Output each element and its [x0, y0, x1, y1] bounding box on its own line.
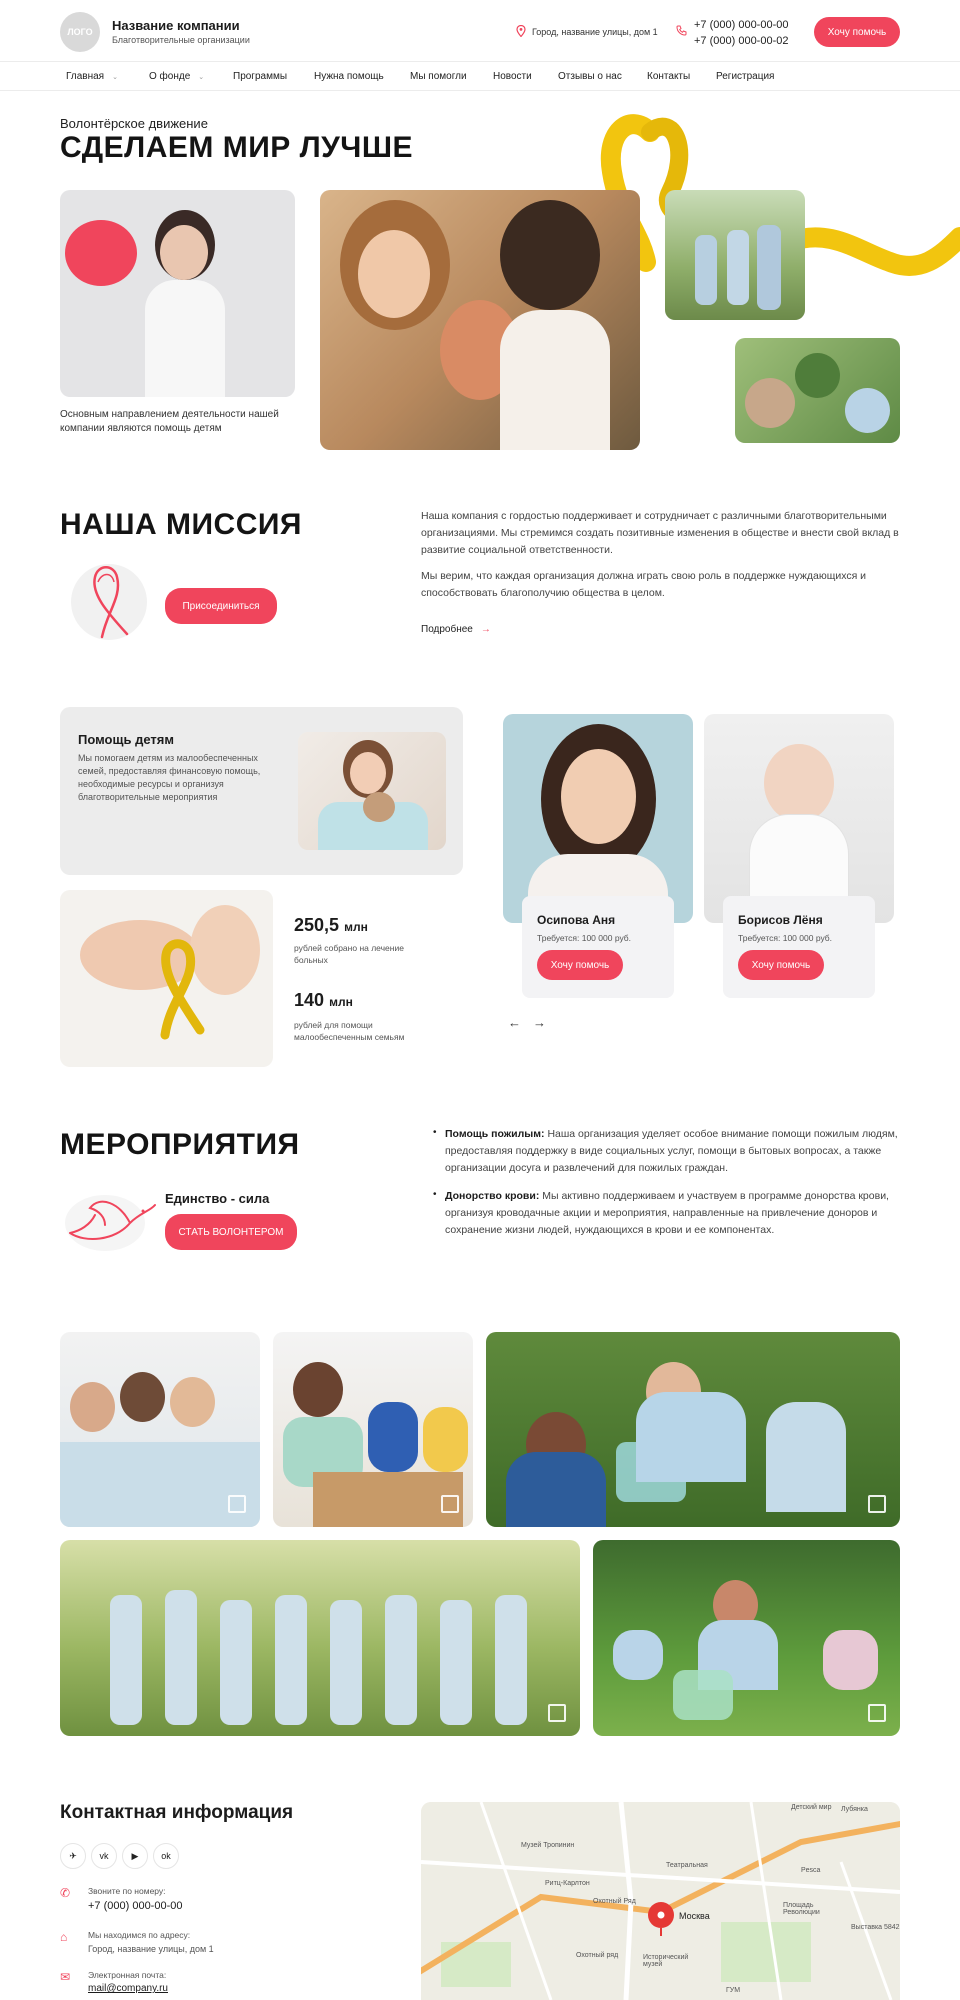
help-title: Помощь детям [78, 732, 174, 747]
gallery-photo-5[interactable] [593, 1540, 900, 1736]
mission-paragraph-2: Мы верим, что каждая организация должна … [421, 570, 867, 599]
address-label: Мы находимся по адресу: [88, 1930, 191, 1940]
company-name: Название компании [112, 18, 240, 33]
chevron-down-icon: ⌄ [112, 74, 118, 81]
stat-desc-2: рублей для помощи малообеспеченным семья… [294, 1020, 405, 1042]
contacts-title: Контактная информация [60, 1802, 294, 1823]
company-subtitle: Благотворительные организации [112, 35, 250, 45]
mail-icon: ✉ [60, 1970, 71, 1984]
stat-desc-1: рублей собрано на лечение больных [294, 943, 404, 965]
contact-phone[interactable]: +7 (000) 000-00-00 [88, 1900, 182, 1912]
hero-caption: Основным направлением деятельности нашей… [60, 409, 279, 434]
hero-photo-planting [735, 338, 900, 443]
phone-icon: ✆ [60, 1886, 71, 1900]
child-photo-lyonya [704, 714, 894, 923]
contact-email[interactable]: mail@company.ru [88, 1983, 168, 1994]
child-card-anya [522, 896, 674, 998]
hero-photo-mother-child [320, 190, 640, 450]
mission-title: НАША МИССИЯ [60, 508, 302, 541]
nav-item-home[interactable]: Главная ⌄ [66, 71, 118, 82]
youtube-icon[interactable]: ▶ [122, 1843, 148, 1869]
help-description: Мы помогаем детям из малообеспеченных се… [78, 753, 261, 802]
gallery-photo-2[interactable] [273, 1332, 473, 1527]
mission-paragraph-1: Наша компания с гордостью поддерживает и… [421, 510, 899, 556]
nav-item-about[interactable]: О фонде ⌄ [149, 71, 204, 82]
child-need: Требуется: 100 000 руб. [738, 933, 833, 943]
nav-item-contacts[interactable]: Контакты [647, 71, 690, 82]
nav-item-need-help[interactable]: Нужна помощь [314, 71, 384, 82]
child-photo-anya [503, 714, 693, 923]
bullet: • [433, 1127, 437, 1138]
header-phone-1[interactable]: +7 (000) 000-00-00 [694, 19, 788, 31]
hero-eyebrow: Волонтёрское движение [60, 116, 208, 131]
become-volunteer-button[interactable]: СТАТЬ ВОЛОНТЕРОМ [165, 1214, 297, 1250]
odnoklassniki-icon[interactable]: ok [153, 1843, 179, 1869]
nav-item-reviews[interactable]: Отзывы о нас [558, 71, 622, 82]
slider-prev-arrow-icon[interactable]: ← [508, 1015, 521, 1030]
expand-icon[interactable] [441, 1495, 459, 1513]
dove-icon [65, 1195, 156, 1251]
nav-item-we-helped[interactable]: Мы помогли [410, 71, 467, 82]
child-card-lyonya [723, 896, 875, 998]
location-pin-icon [516, 25, 526, 37]
event-item-blood: Донорство крови: Мы активно поддерживаем… [445, 1190, 889, 1236]
header-phone-2[interactable]: +7 (000) 000-00-02 [694, 35, 788, 47]
hero-photo-family-walk [665, 190, 805, 320]
header-address: Город, название улицы, дом 1 [532, 27, 658, 37]
events-title: МЕРОПРИЯТИЯ [60, 1128, 300, 1161]
contact-address: Город, название улицы, дом 1 [88, 1944, 214, 1954]
site-header: ЛОГО Название компании Благотворительные… [0, 0, 960, 62]
bullet: • [433, 1189, 437, 1200]
phone-label: Звоните по номеру: [88, 1886, 166, 1896]
expand-icon[interactable] [548, 1704, 566, 1722]
help-photo-girl-bed [298, 732, 446, 850]
join-button[interactable]: Присоединиться [165, 588, 277, 624]
map-city-label: Москва [679, 1911, 710, 1921]
child-help-button[interactable]: Хочу помочь [537, 950, 623, 980]
main-nav: Главная ⌄ О фонде ⌄ Программы Нужна помощь… [0, 63, 960, 91]
more-link[interactable]: Подробнее → [421, 624, 491, 635]
nav-item-register[interactable]: Регистрация [716, 71, 774, 82]
events-slogan: Единство - сила [165, 1191, 270, 1206]
gallery-photo-1[interactable] [60, 1332, 260, 1527]
child-name: Борисов Лёня [738, 913, 823, 927]
help-photo-ribbon-hands [60, 890, 273, 1067]
ribbon-icon [71, 564, 147, 640]
logo[interactable]: ЛОГО [60, 12, 100, 52]
gallery-photo-3[interactable] [486, 1332, 900, 1527]
hero-photo-woman-heart [60, 190, 295, 397]
child-help-button[interactable]: Хочу помочь [738, 950, 824, 980]
email-label: Электронная почта: [88, 1970, 167, 1980]
telegram-icon[interactable]: ✈ [60, 1843, 86, 1869]
slider-next-arrow-icon[interactable]: → [533, 1015, 546, 1030]
child-name: Осипова Аня [537, 913, 616, 927]
vk-icon[interactable]: vk [91, 1843, 117, 1869]
building-icon: ⌂ [60, 1930, 68, 1944]
arrow-right-icon: → [480, 624, 491, 635]
stat-value-1: 250,5 млн [294, 915, 368, 935]
gallery-photo-4[interactable] [60, 1540, 580, 1736]
chevron-down-icon: ⌄ [198, 74, 205, 81]
phone-icon [676, 25, 687, 36]
expand-icon[interactable] [868, 1704, 886, 1722]
event-item-elderly: Помощь пожилым: Наша организация уделяет… [445, 1128, 898, 1174]
expand-icon[interactable] [868, 1495, 886, 1513]
nav-item-programs[interactable]: Программы [233, 71, 287, 82]
nav-item-news[interactable]: Новости [493, 71, 532, 82]
map[interactable]: Москва Театральная Охотный Ряд Площадь Р… [421, 1802, 900, 2000]
stat-value-2: 140 млн [294, 990, 353, 1010]
expand-icon[interactable] [228, 1495, 246, 1513]
child-need: Требуется: 100 000 руб. [537, 933, 632, 943]
header-help-button[interactable]: Хочу помочь [814, 17, 900, 47]
hero-title: СДЕЛАЕМ МИР ЛУЧШЕ [60, 131, 414, 164]
